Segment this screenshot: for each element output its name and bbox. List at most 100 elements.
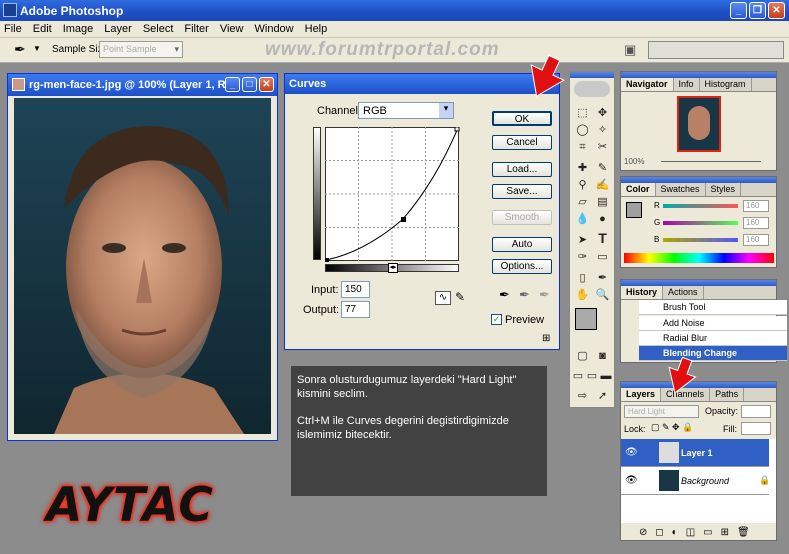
layer-row-layer1[interactable]: 👁 Layer 1 bbox=[621, 439, 769, 467]
minimize-button[interactable]: _ bbox=[730, 2, 747, 19]
eyedropper-icon[interactable]: ✒ bbox=[593, 270, 612, 286]
r-value[interactable]: 160 bbox=[743, 200, 769, 212]
ok-button[interactable]: OK bbox=[492, 111, 552, 126]
type-tool-icon[interactable]: T bbox=[593, 230, 612, 246]
navigator-zoom-value[interactable]: 100% bbox=[624, 157, 644, 166]
gradient-toggle-icon[interactable]: ◂▸ bbox=[388, 263, 398, 273]
marquee-tool-icon[interactable]: ⬚ bbox=[573, 105, 592, 121]
quick-mask-icon[interactable]: ◙ bbox=[593, 348, 612, 364]
eye-icon[interactable]: 👁 bbox=[625, 447, 638, 458]
expand-icon[interactable]: ⊞ bbox=[542, 333, 550, 344]
menu-edit[interactable]: Edit bbox=[33, 23, 52, 35]
color-ramp[interactable] bbox=[624, 253, 774, 263]
blend-mode-select[interactable]: Hard Light bbox=[624, 405, 699, 418]
jump-to-imageready-icon[interactable]: ⇨ bbox=[573, 388, 592, 404]
load-button[interactable]: Load... bbox=[492, 162, 552, 177]
blur-tool-icon[interactable]: 💧 bbox=[573, 211, 592, 227]
doc-maximize-button[interactable]: □ bbox=[242, 77, 257, 92]
tab-info[interactable]: Info bbox=[674, 78, 700, 91]
menu-view[interactable]: View bbox=[220, 23, 244, 35]
screen-mode-2-icon[interactable]: ▭ bbox=[585, 368, 599, 384]
history-item[interactable]: Brush Tool bbox=[639, 300, 787, 315]
crop-tool-icon[interactable]: ⌗ bbox=[573, 139, 592, 155]
menu-image[interactable]: Image bbox=[63, 23, 94, 35]
g-slider[interactable] bbox=[663, 221, 738, 225]
zoom-tool-icon[interactable]: 🔍 bbox=[593, 287, 612, 303]
g-value[interactable]: 160 bbox=[743, 217, 769, 229]
output-field[interactable]: 77 bbox=[341, 301, 370, 318]
curves-titlebar[interactable]: Curves bbox=[285, 74, 559, 94]
b-slider[interactable] bbox=[663, 238, 738, 242]
pen-tool-icon[interactable]: ✑ bbox=[573, 249, 592, 265]
navigator-thumbnail[interactable] bbox=[677, 96, 721, 152]
brush-tool-icon[interactable]: ✎ bbox=[593, 160, 612, 176]
color-fg-swatch[interactable] bbox=[626, 202, 642, 218]
document-canvas[interactable] bbox=[14, 98, 271, 434]
fill-field[interactable] bbox=[741, 422, 771, 435]
history-brush-icon[interactable]: ✍ bbox=[593, 177, 612, 193]
tab-layers[interactable]: Layers bbox=[621, 388, 662, 401]
close-button[interactable]: ✕ bbox=[768, 2, 785, 19]
tab-color[interactable]: Color bbox=[621, 183, 656, 196]
magic-wand-icon[interactable]: ✧ bbox=[593, 122, 612, 138]
tab-histogram[interactable]: Histogram bbox=[700, 78, 752, 91]
gray-eyedropper-icon[interactable]: ✒ bbox=[519, 287, 530, 303]
eye-icon[interactable]: 👁 bbox=[625, 475, 638, 486]
path-select-icon[interactable]: ➤ bbox=[573, 232, 592, 248]
screen-mode-1-icon[interactable]: ▭ bbox=[571, 368, 585, 384]
standard-mode-icon[interactable]: ▢ bbox=[573, 348, 592, 364]
tab-navigator[interactable]: Navigator bbox=[621, 78, 674, 91]
tool-preset-chevron-icon[interactable]: ▼ bbox=[33, 44, 41, 53]
navigator-zoom-slider[interactable] bbox=[661, 161, 761, 162]
layer-row-background[interactable]: 👁 Background 🔒 bbox=[621, 467, 770, 495]
screen-mode-3-icon[interactable]: ▬ bbox=[599, 368, 613, 384]
move-tool-icon[interactable]: ✥ bbox=[593, 105, 612, 121]
palette-well-icon[interactable]: ▣ bbox=[624, 42, 640, 58]
tab-styles[interactable]: Styles bbox=[706, 183, 742, 196]
layer-actions-icons[interactable]: ⊘◻◐◫▭⊞🗑 bbox=[639, 527, 758, 538]
history-item[interactable]: Add Noise bbox=[639, 316, 787, 331]
menu-help[interactable]: Help bbox=[305, 23, 328, 35]
dodge-tool-icon[interactable]: ● bbox=[593, 211, 612, 227]
feather-logo-icon[interactable] bbox=[574, 81, 610, 97]
menu-window[interactable]: Window bbox=[255, 23, 294, 35]
preview-checkbox[interactable]: ✓ bbox=[491, 314, 502, 325]
hand-tool-icon[interactable]: ✋ bbox=[573, 287, 592, 303]
smooth-button[interactable]: Smooth bbox=[492, 210, 552, 225]
sample-size-select[interactable]: Point Sample ▾ bbox=[99, 41, 183, 58]
healing-brush-icon[interactable]: ✚ bbox=[573, 160, 592, 176]
notes-tool-icon[interactable]: ▯ bbox=[573, 270, 592, 286]
lock-icons[interactable]: ▢ ✎ ✥ 🔒 bbox=[651, 422, 693, 433]
cancel-button[interactable]: Cancel bbox=[492, 135, 552, 150]
menu-select[interactable]: Select bbox=[143, 23, 174, 35]
gradient-tool-icon[interactable]: ▤ bbox=[593, 194, 612, 210]
input-field[interactable]: 150 bbox=[341, 281, 370, 298]
curve-graph[interactable] bbox=[325, 127, 460, 262]
menu-layer[interactable]: Layer bbox=[104, 23, 132, 35]
lasso-tool-icon[interactable]: ◯ bbox=[573, 122, 592, 138]
jump-arrow-icon[interactable]: ➚ bbox=[593, 388, 612, 404]
menu-filter[interactable]: Filter bbox=[184, 23, 208, 35]
history-item[interactable]: Radial Blur bbox=[639, 331, 787, 346]
eraser-tool-icon[interactable]: ▱ bbox=[573, 194, 592, 210]
foreground-color-swatch[interactable] bbox=[575, 308, 597, 330]
b-value[interactable]: 160 bbox=[743, 234, 769, 246]
eyedropper-tool-icon[interactable]: ✒ bbox=[14, 41, 26, 58]
shape-tool-icon[interactable]: ▭ bbox=[593, 249, 612, 265]
doc-minimize-button[interactable]: _ bbox=[225, 77, 240, 92]
channel-select[interactable]: RGB ▾ bbox=[358, 102, 454, 119]
tab-swatches[interactable]: Swatches bbox=[656, 183, 706, 196]
palette-well[interactable] bbox=[648, 41, 784, 59]
opacity-field[interactable] bbox=[741, 405, 771, 418]
tab-paths[interactable]: Paths bbox=[710, 388, 745, 401]
slice-tool-icon[interactable]: ✂ bbox=[593, 139, 612, 155]
tab-history[interactable]: History bbox=[621, 286, 664, 299]
menu-file[interactable]: File bbox=[4, 23, 22, 35]
auto-button[interactable]: Auto bbox=[492, 237, 552, 252]
black-eyedropper-icon[interactable]: ✒ bbox=[499, 287, 510, 303]
options-button[interactable]: Options... bbox=[492, 259, 552, 274]
restore-button[interactable]: ❐ bbox=[749, 2, 766, 19]
tab-actions[interactable]: Actions bbox=[663, 286, 704, 299]
r-slider[interactable] bbox=[663, 204, 738, 208]
pencil-mode-icon[interactable]: ✎ bbox=[455, 290, 465, 304]
